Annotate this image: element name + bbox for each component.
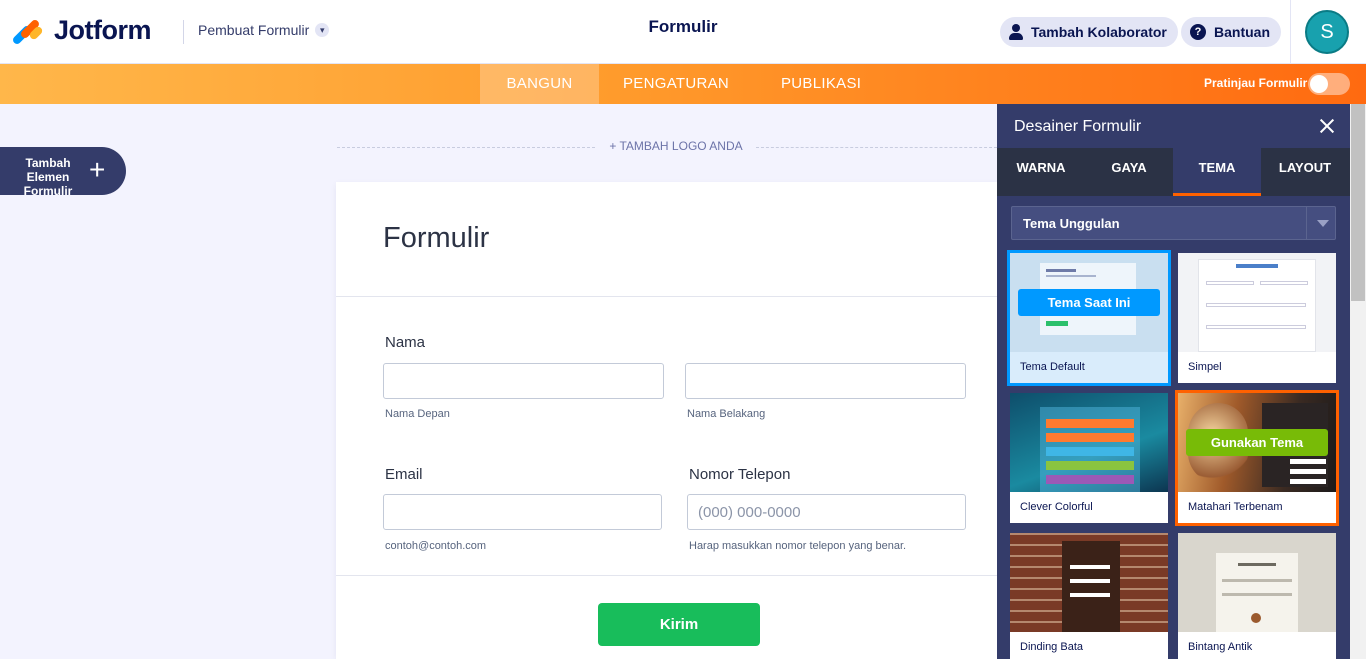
email-label: Email	[385, 466, 423, 483]
last-name-input[interactable]	[685, 363, 966, 399]
theme-thumbnail	[1010, 533, 1168, 632]
tab-layout[interactable]: LAYOUT	[1261, 148, 1349, 196]
last-name-hint: Nama Belakang	[687, 408, 766, 420]
theme-thumbnail	[1178, 533, 1336, 632]
avatar-area: S	[1290, 0, 1366, 64]
add-form-element-button[interactable]: Tambah Elemen Formulir +	[0, 147, 126, 195]
theme-card-clever-colorful[interactable]: Clever Colorful	[1010, 393, 1168, 523]
dropdown-arrow-icon	[1317, 220, 1329, 227]
theme-thumbnail	[1178, 253, 1336, 352]
tab-publikasi[interactable]: PUBLIKASI	[781, 64, 861, 104]
builder-menu-label: Pembuat Formulir	[198, 22, 310, 38]
theme-name: Matahari Terbenam	[1188, 501, 1283, 513]
theme-card-matahari-terbenam[interactable]: Gunakan Tema Matahari Terbenam	[1175, 390, 1339, 526]
name-label: Nama	[385, 334, 426, 351]
add-element-label: Tambah Elemen Formulir	[23, 156, 73, 195]
phone-hint: Harap masukkan nomor telepon yang benar.	[689, 540, 907, 552]
theme-card-bintang-antik[interactable]: Bintang Antik	[1178, 533, 1336, 659]
select-divider	[1306, 207, 1307, 239]
email-input[interactable]	[383, 494, 662, 530]
add-collaborator-label: Tambah Kolaborator	[1031, 24, 1167, 40]
preview-toggle[interactable]	[1308, 73, 1350, 95]
theme-name: Simpel	[1188, 361, 1222, 373]
header-divider	[183, 20, 184, 44]
tab-warna[interactable]: WARNA	[997, 148, 1085, 196]
theme-card-simpel[interactable]: Simpel	[1178, 253, 1336, 383]
plus-icon: +	[89, 154, 106, 185]
logo-divider-right	[756, 147, 997, 148]
theme-card-default[interactable]: Tema Saat Ini Tema Default	[1007, 250, 1171, 386]
phone-input[interactable]	[687, 494, 966, 530]
form-designer-panel: Desainer Formulir WARNA GAYA TEMA LAYOUT…	[997, 104, 1350, 659]
theme-name: Bintang Antik	[1188, 641, 1253, 653]
close-icon[interactable]	[1315, 114, 1339, 138]
submit-divider-line	[336, 575, 997, 576]
help-label: Bantuan	[1214, 24, 1270, 40]
designer-tabs: WARNA GAYA TEMA LAYOUT	[997, 148, 1350, 196]
top-header: Jotform Pembuat Formulir ▾ Formulir Tamb…	[0, 0, 1366, 64]
avatar[interactable]: S	[1305, 10, 1349, 54]
builder-tab-bar: BANGUN PENGATURAN PUBLIKASI Pratinjau Fo…	[0, 64, 1366, 104]
theme-card-dinding-bata[interactable]: Dinding Bata	[1010, 533, 1168, 659]
add-collaborator-button[interactable]: Tambah Kolaborator	[1000, 17, 1178, 47]
chevron-down-icon: ▾	[315, 23, 330, 37]
email-hint: contoh@contoh.com	[385, 540, 487, 552]
brand-name: Jotform	[54, 14, 152, 45]
tab-bangun[interactable]: BANGUN	[480, 64, 599, 104]
logo-divider-left	[337, 147, 595, 148]
theme-name: Dinding Bata	[1020, 641, 1083, 653]
tab-tema[interactable]: TEMA	[1173, 148, 1261, 196]
jotform-logo[interactable]: Jotform	[11, 14, 152, 46]
jotform-logo-icon	[11, 14, 44, 46]
phone-label: Nomor Telepon	[689, 466, 791, 483]
use-theme-button[interactable]: Gunakan Tema	[1186, 429, 1328, 456]
scrollbar-thumb[interactable]	[1351, 104, 1365, 301]
form-card: Formulir Nama Nama Depan Nama Belakang E…	[336, 182, 997, 659]
header-divider-line	[336, 296, 997, 297]
theme-thumbnail	[1010, 393, 1168, 492]
current-theme-badge: Tema Saat Ini	[1018, 289, 1160, 316]
add-logo-button[interactable]: + TAMBAH LOGO ANDA	[596, 139, 756, 153]
theme-name: Tema Default	[1020, 361, 1085, 373]
submit-button[interactable]: Kirim	[598, 603, 760, 646]
user-icon	[1009, 24, 1023, 40]
first-name-hint: Nama Depan	[385, 408, 450, 420]
theme-category-value: Tema Unggulan	[1023, 216, 1120, 231]
tab-pengaturan[interactable]: PENGATURAN	[623, 64, 729, 104]
theme-category-select[interactable]: Tema Unggulan	[1011, 206, 1336, 240]
form-title[interactable]: Formulir	[383, 222, 489, 255]
preview-label: Pratinjau Formulir	[1204, 76, 1308, 90]
first-name-input[interactable]	[383, 363, 664, 399]
help-button[interactable]: ? Bantuan	[1181, 17, 1281, 47]
builder-menu[interactable]: Pembuat Formulir ▾	[198, 22, 330, 38]
theme-name: Clever Colorful	[1020, 501, 1093, 513]
panel-title: Desainer Formulir	[1014, 118, 1142, 135]
tab-gaya[interactable]: GAYA	[1085, 148, 1173, 196]
help-icon: ?	[1190, 24, 1206, 40]
